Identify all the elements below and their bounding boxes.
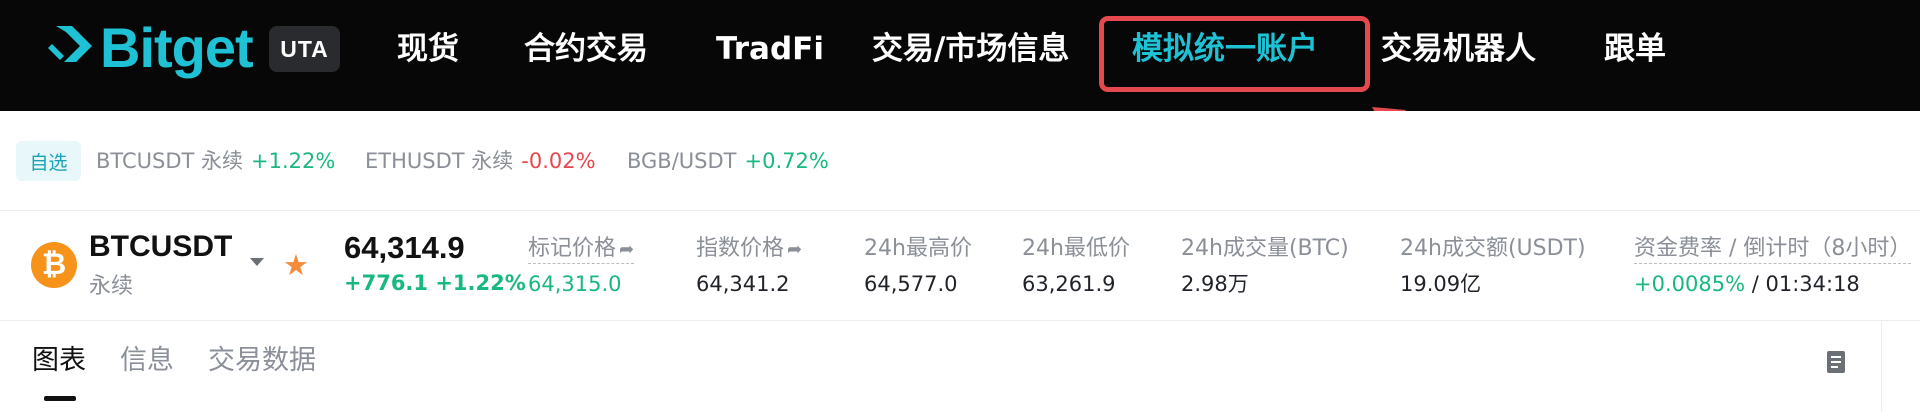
stat-value: 63,261.9 xyxy=(1022,272,1116,296)
stat-mark-price: 标记价格 ➦ 64,315.0 xyxy=(528,234,635,298)
favorite-change: +1.22% xyxy=(251,149,336,173)
stat-label: 24h成交量(BTC) xyxy=(1181,236,1349,261)
divider xyxy=(0,320,1920,321)
stat-value: 2.98万 xyxy=(1181,272,1249,296)
stat-24h-low: 24h最低价 63,261.9 xyxy=(1022,234,1130,298)
price-change: +776.1 +1.22% xyxy=(344,271,526,295)
nav-futures[interactable]: 合约交易 xyxy=(524,27,648,71)
favorite-symbol: BTCUSDT 永续 xyxy=(96,149,244,173)
nav-copy-trading[interactable]: 跟单 xyxy=(1604,27,1666,71)
highlight-box xyxy=(1099,16,1370,92)
favorite-change: -0.02% xyxy=(521,149,596,173)
stat-value: 64,315.0 xyxy=(528,272,622,296)
pair-name[interactable]: BTCUSDT xyxy=(89,230,232,264)
favorite-item[interactable]: BTCUSDT 永续 +1.22% xyxy=(96,144,335,178)
nav-trading-bots[interactable]: 交易机器人 xyxy=(1381,27,1536,71)
stat-label[interactable]: 标记价格 ➦ xyxy=(528,234,635,264)
panel-divider xyxy=(1881,321,1882,412)
bitcoin-icon: ₿ xyxy=(31,242,77,288)
stat-24h-turnover: 24h成交额(USDT) 19.09亿 xyxy=(1400,234,1586,298)
nav-market-info[interactable]: 交易/市场信息 xyxy=(872,27,1069,71)
notes-icon[interactable] xyxy=(1824,349,1848,375)
tab-chart[interactable]: 图表 xyxy=(32,341,86,381)
bitget-logo-icon xyxy=(48,26,92,62)
stat-index-price: 指数价格 ➦ 64,341.2 xyxy=(696,234,802,298)
stat-value: +0.0085% / 01:34:18 xyxy=(1634,270,1911,298)
stat-funding-rate: 资金费率 / 倒计时（8小时） +0.0085% / 01:34:18 xyxy=(1634,234,1912,298)
stat-label: 24h最高价 xyxy=(864,236,972,261)
share-arrow-icon: ➦ xyxy=(787,239,803,260)
stat-24h-volume: 24h成交量(BTC) 2.98万 xyxy=(1181,234,1349,298)
stat-24h-high: 24h最高价 64,577.0 xyxy=(864,234,972,298)
chevron-down-icon[interactable] xyxy=(250,258,264,266)
favorite-symbol: ETHUSDT 永续 xyxy=(365,149,514,173)
top-navigation-bar: Bitget UTA 现货 合约交易 TradFi 交易/市场信息 模拟统一账户… xyxy=(0,0,1920,111)
nav-spot[interactable]: 现货 xyxy=(397,27,459,71)
stat-label: 24h最低价 xyxy=(1022,236,1130,261)
favorite-star-icon[interactable]: ★ xyxy=(283,249,309,281)
stat-label[interactable]: 资金费率 / 倒计时（8小时） xyxy=(1634,234,1912,264)
favorite-symbol: BGB/USDT xyxy=(627,149,737,173)
divider xyxy=(0,210,1920,211)
favorite-change: +0.72% xyxy=(744,149,829,173)
uta-badge[interactable]: UTA xyxy=(269,26,340,72)
stat-label[interactable]: 指数价格 ➦ xyxy=(696,234,802,264)
active-tab-underline xyxy=(44,396,76,401)
last-price: 64,314.9 xyxy=(344,230,465,265)
bitget-logo[interactable]: Bitget xyxy=(46,16,254,80)
funding-rate: +0.0085% xyxy=(1634,272,1746,296)
logo-text: Bitget xyxy=(100,16,254,79)
pair-type: 永续 xyxy=(89,274,134,299)
stat-label: 24h成交额(USDT) xyxy=(1400,236,1586,261)
share-arrow-icon: ➦ xyxy=(619,239,635,260)
stat-value: 64,341.2 xyxy=(696,272,790,296)
nav-tradfi[interactable]: TradFi xyxy=(716,27,824,71)
stat-value: 19.09亿 xyxy=(1400,272,1482,296)
funding-countdown: / 01:34:18 xyxy=(1751,272,1860,296)
favorite-item[interactable]: ETHUSDT 永续 -0.02% xyxy=(365,144,596,178)
tab-info[interactable]: 信息 xyxy=(120,341,174,381)
tab-trading-data[interactable]: 交易数据 xyxy=(208,341,316,381)
favorite-item[interactable]: BGB/USDT +0.72% xyxy=(627,144,829,178)
stat-value: 64,577.0 xyxy=(864,272,958,296)
favorites-tag[interactable]: 自选 xyxy=(16,141,81,181)
